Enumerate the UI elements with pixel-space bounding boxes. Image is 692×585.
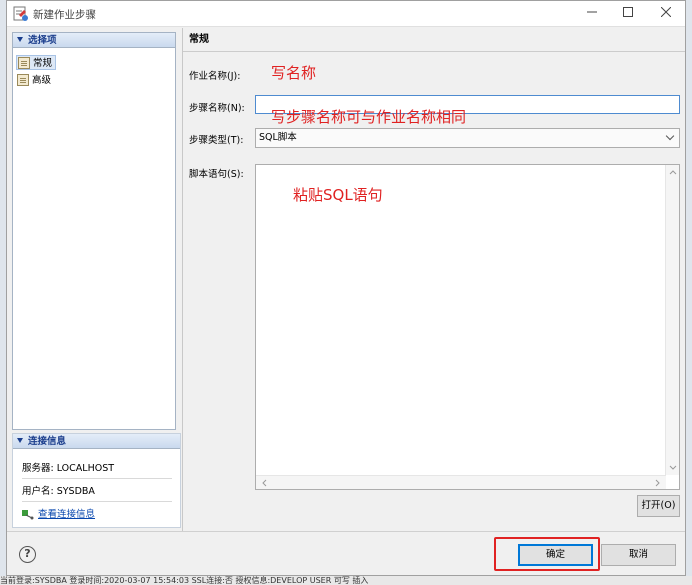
annotation-job-name: 写名称	[271, 64, 317, 82]
user-info: 用户名: SYSDBA	[22, 486, 95, 497]
new-job-step-dialog: 新建作业步骤 选择项 常规 高级 连接信息 服务器: LOCALHOST 用户名…	[6, 0, 686, 576]
options-header[interactable]: 选择项	[13, 33, 175, 48]
background-status-bar: 当前登录:SYSDBA 登录时间:2020-03-07 15:54:03 SSL…	[0, 576, 692, 585]
open-file-button[interactable]: 打开(O)	[637, 495, 680, 517]
view-connection-link[interactable]: 查看连接信息	[22, 506, 95, 520]
script-label: 脚本语句(S):	[189, 169, 244, 180]
step-type-select[interactable]: SQL脚本	[255, 128, 680, 148]
step-type-label: 步骤类型(T):	[189, 135, 244, 146]
minimize-button[interactable]	[575, 1, 609, 27]
options-panel: 选择项 常规 高级	[12, 32, 176, 430]
status-bar-text: 当前登录:SYSDBA 登录时间:2020-03-07 15:54:03 SSL…	[0, 576, 369, 585]
general-form: 常规 作业名称(J): 步骤名称(N): 步骤类型(T): SQL脚本 脚本语句…	[183, 28, 685, 531]
job-name-label: 作业名称(J):	[189, 71, 241, 82]
divider	[22, 478, 172, 479]
collapse-arrow-icon	[17, 37, 23, 42]
job-name-field	[255, 64, 680, 82]
page-icon	[18, 57, 30, 69]
vertical-scrollbar[interactable]	[665, 165, 679, 475]
minimize-icon	[587, 11, 597, 13]
job-step-icon	[13, 6, 28, 21]
connection-info-header[interactable]: 连接信息	[13, 434, 180, 449]
maximize-icon	[623, 7, 633, 17]
server-info: 服务器: LOCALHOST	[22, 463, 115, 474]
connection-icon	[22, 510, 34, 520]
nav-item-general[interactable]: 常规	[16, 55, 56, 70]
horizontal-scrollbar[interactable]	[256, 475, 666, 489]
section-title: 常规	[183, 28, 685, 52]
close-button[interactable]	[649, 1, 683, 27]
help-icon[interactable]: ?	[19, 546, 36, 563]
chevron-down-icon	[665, 131, 675, 141]
dialog-button-bar: ? 确定 取消	[7, 531, 685, 575]
background-app-right	[686, 0, 692, 585]
close-icon	[660, 6, 672, 18]
maximize-button[interactable]	[611, 1, 645, 27]
nav-item-advanced[interactable]: 高级	[16, 73, 56, 88]
connection-info-panel: 连接信息 服务器: LOCALHOST 用户名: SYSDBA 查看连接信息	[12, 433, 181, 528]
scroll-up-icon	[669, 170, 677, 175]
cancel-button[interactable]: 取消	[601, 544, 676, 566]
annotation-script: 粘贴SQL语句	[293, 186, 383, 204]
collapse-arrow-icon	[17, 438, 23, 443]
divider	[22, 501, 172, 502]
scroll-left-icon	[262, 479, 267, 487]
annotation-step-name: 写步骤名称可与作业名称相同	[271, 108, 467, 126]
title-bar: 新建作业步骤	[7, 1, 685, 27]
page-icon	[17, 74, 29, 86]
scroll-down-icon	[669, 465, 677, 470]
scroll-right-icon	[655, 479, 660, 487]
ok-button[interactable]: 确定	[518, 544, 593, 566]
script-textarea[interactable]	[255, 164, 680, 490]
window-title: 新建作业步骤	[33, 9, 96, 21]
step-name-label: 步骤名称(N):	[189, 103, 245, 114]
